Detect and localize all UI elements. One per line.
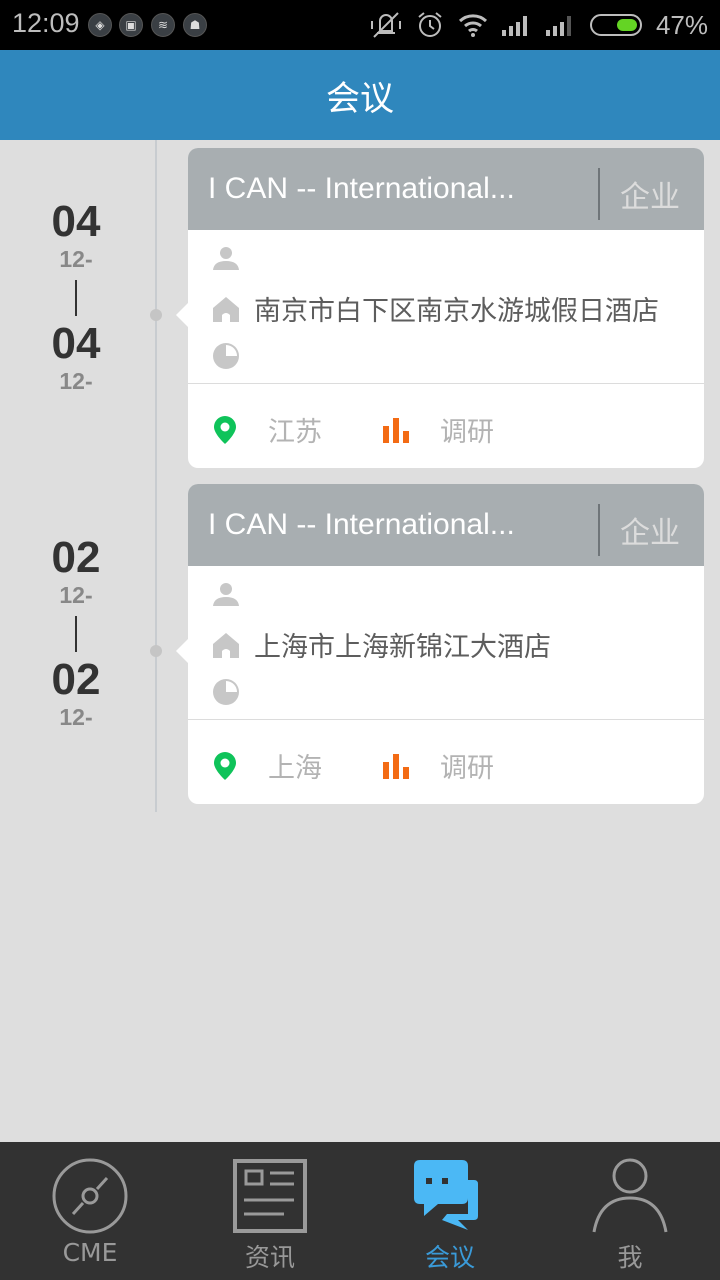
- card-pointer: [176, 303, 188, 327]
- person-icon: [213, 583, 239, 606]
- status-bar: 12:09 ◈ ▣ ≋ ☗ 47%: [0, 0, 720, 50]
- end-day: 04: [51, 319, 101, 368]
- wifi-icon: [458, 14, 487, 37]
- end-day: 02: [51, 655, 101, 704]
- signal-icon-sim2: [545, 16, 571, 36]
- disc-icon: [52, 1158, 128, 1234]
- game-app-icon: ☗: [183, 13, 207, 37]
- clock-pie-icon: [213, 343, 239, 369]
- start-month: 12-: [59, 582, 93, 608]
- app-bar: 会议: [0, 50, 720, 140]
- app-icon: ▣: [119, 13, 143, 37]
- category: 调研: [440, 417, 494, 448]
- province: 江苏: [268, 417, 322, 448]
- venue: 上海市上海新锦江大酒店: [254, 632, 551, 663]
- category-tag: 调研: [382, 746, 494, 785]
- bar-chart-icon: [383, 417, 409, 443]
- person-outline-icon: [592, 1158, 668, 1233]
- news-icon: [233, 1159, 307, 1233]
- card-body: 上海市上海新锦江大酒店: [188, 566, 704, 720]
- date-separator: [75, 280, 77, 316]
- home-icon: [213, 296, 239, 322]
- vibrate-muted-icon: [370, 12, 401, 38]
- province: 上海: [268, 753, 322, 784]
- meeting-card[interactable]: I CAN -- International... 企业 南京市白下区南京水游城…: [176, 148, 704, 468]
- nav-item-me[interactable]: 我: [540, 1142, 720, 1280]
- card-pointer: [176, 639, 188, 663]
- card-header: I CAN -- International... 企业: [188, 148, 704, 230]
- location-pin-icon: [214, 415, 236, 444]
- timeline-line: [155, 140, 157, 812]
- clock-pie-icon: [213, 679, 239, 705]
- province-tag: 上海: [212, 746, 322, 785]
- venue-row: 上海市上海新锦江大酒店: [212, 625, 551, 664]
- organizer-row: [212, 244, 254, 272]
- battery-percent: 47%: [655, 9, 708, 40]
- category: 调研: [440, 753, 494, 784]
- meeting-type: 企业: [620, 180, 680, 215]
- card-header: I CAN -- International... 企业: [188, 484, 704, 566]
- news-app-icon: ≋: [151, 13, 175, 37]
- nav-label: 会议: [424, 1243, 475, 1272]
- time-row: [212, 342, 254, 370]
- card-body: 南京市白下区南京水游城假日酒店: [188, 230, 704, 384]
- nav-label: 我: [617, 1243, 643, 1272]
- nav-item-cme[interactable]: CME: [0, 1142, 180, 1280]
- meeting-date-range: 04 12- 04 12-: [20, 200, 132, 396]
- card-footer: 上海 调研: [188, 720, 704, 804]
- venue: 南京市白下区南京水游城假日酒店: [254, 296, 659, 327]
- page-title: 会议: [326, 78, 394, 119]
- start-day: 02: [51, 533, 101, 582]
- battery-level-fill: [616, 19, 637, 31]
- home-icon: [213, 632, 239, 658]
- meeting-date-range: 02 12- 02 12-: [20, 536, 132, 732]
- organizer-row: [212, 580, 254, 608]
- card-footer: 江苏 调研: [188, 384, 704, 468]
- shield-app-icon: ◈: [88, 13, 112, 37]
- meeting-card[interactable]: I CAN -- International... 企业 上海市上海新锦江大酒店: [176, 484, 704, 804]
- nav-label: 资讯: [244, 1243, 295, 1272]
- status-time: 12:09: [12, 8, 80, 38]
- person-icon: [213, 247, 239, 270]
- alarm-icon: [418, 12, 442, 37]
- nav-item-news[interactable]: 资讯: [180, 1142, 360, 1280]
- nav-label: CME: [62, 1238, 118, 1267]
- end-month: 12-: [59, 704, 93, 730]
- start-day: 04: [51, 197, 101, 246]
- header-divider: [598, 504, 600, 556]
- battery-icon: [589, 14, 642, 36]
- chat-bubbles-icon: [414, 1160, 478, 1230]
- header-divider: [598, 168, 600, 220]
- nav-item-meetings[interactable]: 会议: [360, 1142, 540, 1280]
- venue-row: 南京市白下区南京水游城假日酒店: [212, 289, 659, 328]
- date-separator: [75, 616, 77, 652]
- bottom-nav: CME 资讯 会议 我: [0, 1142, 720, 1280]
- meeting-title: I CAN -- International...: [208, 508, 515, 541]
- start-month: 12-: [59, 246, 93, 272]
- time-row: [212, 678, 254, 706]
- timeline-dot: [150, 309, 162, 321]
- end-month: 12-: [59, 368, 93, 394]
- province-tag: 江苏: [212, 410, 322, 449]
- signal-icon-sim1: [501, 16, 527, 36]
- location-pin-icon: [214, 751, 236, 780]
- category-tag: 调研: [382, 410, 494, 449]
- meeting-type: 企业: [620, 516, 680, 551]
- timeline-dot: [150, 645, 162, 657]
- bar-chart-icon: [383, 753, 409, 779]
- meeting-title: I CAN -- International...: [208, 172, 515, 205]
